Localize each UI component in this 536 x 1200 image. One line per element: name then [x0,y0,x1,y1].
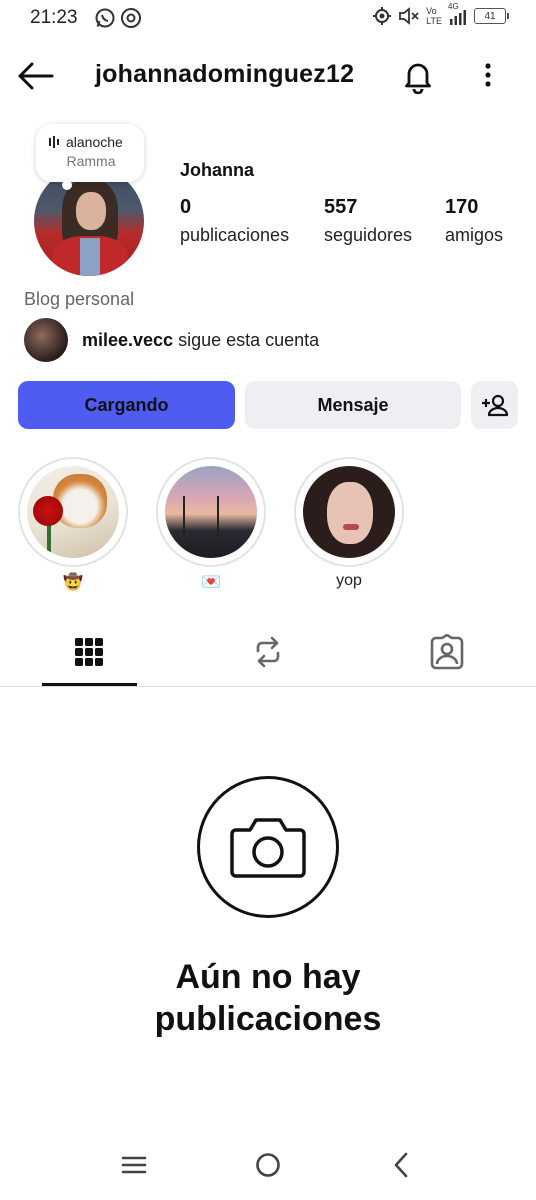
stat-posts-value: 0 [180,196,192,218]
stat-followers-label: seguidores [324,225,413,245]
tab-posts-grid[interactable] [69,632,109,672]
grid-icon [75,638,103,666]
whatsapp-icon [95,8,115,28]
camera-icon [230,818,306,878]
stat-followers-value: 557 [324,196,358,218]
profile-header: johannadominguez12 [0,50,536,102]
person-add-icon [481,394,508,417]
profile-avatar[interactable] [34,166,144,276]
stat-followers[interactable]: 557 seguidores [324,196,412,246]
home-button[interactable] [253,1150,283,1180]
active-tab-indicator [42,683,137,686]
message-button[interactable]: Mensaje [245,381,461,429]
stat-posts[interactable]: 0 publicaciones [180,196,289,246]
highlight-cover [27,466,119,558]
audio-bars-icon [49,136,59,148]
bell-icon [405,63,431,95]
back-button[interactable] [16,60,56,92]
display-name: Johanna [180,160,255,180]
battery-icon: 41 [474,8,509,24]
tab-tagged[interactable] [427,632,467,672]
story-highlight[interactable]: 🤠 [18,457,128,592]
stat-friends-label: amigos [445,225,504,245]
volte-label: Vo LTE [426,6,442,26]
more-options-button[interactable] [476,58,500,94]
note-artist: Ramma [66,153,116,169]
tab-reposts[interactable] [248,632,288,672]
back-icon [394,1152,408,1178]
back-arrow-icon [18,62,54,90]
followed-by[interactable]: milee.vecc sigue esta cuenta [24,318,319,362]
notifications-button[interactable] [400,58,436,95]
home-icon [256,1153,280,1177]
threads-icon [121,8,141,28]
empty-state-title: Aún no hay publicaciones [154,958,382,1038]
highlight-cover [165,466,257,558]
suggest-friends-button[interactable] [471,381,518,429]
status-time: 21:23 [30,7,78,28]
stat-friends-value: 170 [445,196,479,218]
more-vertical-icon [485,63,491,87]
profile-category: Blog personal [24,289,135,309]
highlight-cover [303,466,395,558]
signal-icon: 4G [448,2,468,27]
recent-apps-button[interactable] [119,1150,149,1180]
system-back-button[interactable] [386,1150,416,1180]
repost-icon [256,636,280,668]
follow-button[interactable]: Cargando [18,381,235,429]
followed-by-text: milee.vecc sigue esta cuenta [82,329,320,350]
mute-icon [399,7,419,25]
empty-state-circle [197,776,339,918]
highlight-label: yop [336,572,362,589]
menu-icon [121,1156,147,1174]
tagged-icon [430,634,464,670]
system-navigation-bar [0,1140,536,1190]
status-bar: 21:23 Vo LTE 4G 41 [0,0,536,36]
stat-posts-label: publicaciones [180,225,290,245]
follower-avatar [24,318,68,362]
music-note-bubble[interactable]: alanoche Ramma [36,124,144,190]
profile-username: johannadominguez12 [95,60,355,88]
story-highlight[interactable]: 💌 [156,457,266,592]
note-song-title: alanoche [66,134,123,150]
story-highlight[interactable]: yop [294,457,404,590]
highlight-label: 🤠 [63,574,83,591]
location-icon [373,7,392,25]
highlight-label: 💌 [201,574,221,591]
stat-friends[interactable]: 170 amigos [445,196,503,246]
profile-tabs [0,620,536,687]
